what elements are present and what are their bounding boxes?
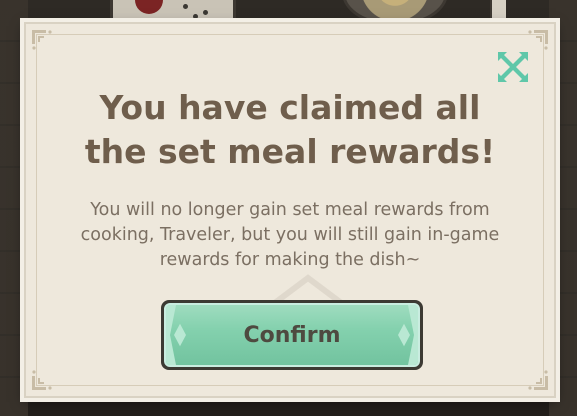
rewards-claimed-dialog: You have claimed all the set meal reward… — [24, 22, 556, 398]
confirm-button-label: Confirm — [243, 322, 341, 348]
game-screen: You have claimed all the set meal reward… — [0, 0, 577, 416]
corner-ornament-icon — [528, 370, 548, 390]
dialog-message: You will no longer gain set meal rewards… — [80, 200, 500, 270]
dialog-title: You have claimed all the set meal reward… — [84, 88, 496, 171]
confirm-button-face: Confirm — [164, 303, 420, 367]
close-x-icon[interactable] — [494, 48, 532, 86]
confirm-button[interactable]: Confirm — [161, 300, 423, 370]
corner-ornament-icon — [32, 370, 52, 390]
corner-ornament-icon — [32, 30, 52, 50]
